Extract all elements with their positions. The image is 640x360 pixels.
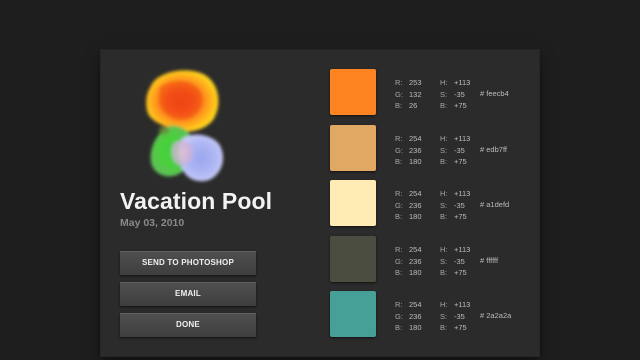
s-label: S: (440, 145, 448, 155)
br-label: B: (440, 212, 448, 221)
h-label: H: (440, 134, 448, 143)
s-value: -35 (454, 256, 465, 266)
br-value: +75 (454, 323, 467, 332)
color-row: R: 254 G: 236 B: 180 H: +113 S: -35 B: +75 # f… (330, 236, 530, 282)
h-label: H: (440, 189, 448, 198)
rgb-values: R: 254 G: 236 B: 180 (395, 299, 422, 334)
r-value: 254 (409, 134, 422, 143)
color-swatch[interactable] (330, 291, 376, 337)
hsb-values: H: +113 S: -35 B: +75 (440, 299, 470, 334)
g-label: G: (395, 311, 403, 321)
r-label: R: (395, 189, 403, 198)
hsb-values: H: +113 S: -35 B: +75 (440, 244, 470, 279)
r-value: 254 (409, 189, 422, 198)
s-value: -35 (454, 145, 465, 155)
b-label: B: (395, 323, 403, 332)
b-value: 180 (409, 157, 422, 166)
g-value: 132 (409, 89, 422, 99)
hsb-values: H: +113 S: -35 B: +75 (440, 77, 470, 112)
color-swatch[interactable] (330, 125, 376, 171)
r-label: R: (395, 134, 403, 143)
hex-value: # a1defd (480, 200, 510, 209)
r-label: R: (395, 78, 403, 87)
g-value: 236 (409, 145, 422, 155)
br-label: B: (440, 268, 448, 277)
theme-date: May 03, 2010 (120, 217, 185, 229)
h-value: +113 (454, 300, 471, 309)
color-theme-panel: Vacation Pool May 03, 2010 SEND TO PHOTO… (101, 50, 539, 356)
theme-artwork (139, 64, 235, 194)
s-label: S: (440, 200, 448, 210)
g-value: 236 (409, 256, 422, 266)
b-label: B: (395, 157, 403, 166)
s-label: S: (440, 89, 448, 99)
r-label: R: (395, 300, 403, 309)
hex-value: # 2a2a2a (480, 311, 512, 320)
s-value: -35 (454, 89, 465, 99)
b-value: 26 (409, 101, 418, 110)
br-value: +75 (454, 157, 467, 166)
b-label: B: (395, 268, 403, 277)
b-value: 180 (409, 323, 422, 332)
color-swatch[interactable] (330, 236, 376, 282)
b-value: 180 (409, 212, 422, 221)
g-value: 236 (409, 200, 422, 210)
g-value: 236 (409, 311, 422, 321)
br-label: B: (440, 101, 448, 110)
hex-value: # edb7ff (480, 145, 507, 154)
email-button[interactable]: EMAIL (120, 282, 256, 306)
br-value: +75 (454, 268, 467, 277)
h-value: +113 (454, 245, 471, 254)
hex-value: # feecb4 (480, 89, 509, 98)
hex-value: # ffffff (480, 256, 499, 265)
br-value: +75 (454, 101, 467, 110)
s-value: -35 (454, 200, 465, 210)
h-value: +113 (454, 78, 471, 87)
color-row: R: 253 G: 132 B: 26 H: +113 S: -35 B: +75 # fe… (330, 69, 530, 115)
send-to-photoshop-button[interactable]: SEND TO PHOTOSHOP (120, 251, 256, 275)
rgb-values: R: 254 G: 236 B: 180 (395, 133, 422, 168)
b-label: B: (395, 101, 403, 110)
rgb-values: R: 254 G: 236 B: 180 (395, 244, 422, 279)
b-value: 180 (409, 268, 422, 277)
color-row: R: 254 G: 236 B: 180 H: +113 S: -35 B: +75 # e… (330, 125, 530, 171)
theme-title: Vacation Pool (120, 188, 273, 214)
r-value: 254 (409, 245, 422, 254)
color-row: R: 254 G: 236 B: 180 H: +113 S: -35 B: +75 # 2… (330, 291, 530, 337)
s-label: S: (440, 256, 448, 266)
h-label: H: (440, 300, 448, 309)
h-label: H: (440, 78, 448, 87)
h-label: H: (440, 245, 448, 254)
g-label: G: (395, 200, 403, 210)
paint-blob-image (146, 70, 224, 182)
r-value: 253 (409, 78, 422, 87)
done-button[interactable]: DONE (120, 313, 256, 337)
h-value: +113 (454, 134, 471, 143)
br-value: +75 (454, 212, 467, 221)
hsb-values: H: +113 S: -35 B: +75 (440, 133, 470, 168)
color-swatch[interactable] (330, 69, 376, 115)
hsb-values: H: +113 S: -35 B: +75 (440, 188, 470, 223)
b-label: B: (395, 212, 403, 221)
g-label: G: (395, 256, 403, 266)
color-row: R: 254 G: 236 B: 180 H: +113 S: -35 B: +75 # a… (330, 180, 530, 226)
h-value: +113 (454, 189, 471, 198)
g-label: G: (395, 145, 403, 155)
color-swatch[interactable] (330, 180, 376, 226)
s-label: S: (440, 311, 448, 321)
r-label: R: (395, 245, 403, 254)
br-label: B: (440, 323, 448, 332)
rgb-values: R: 253 G: 132 B: 26 (395, 77, 422, 112)
rgb-values: R: 254 G: 236 B: 180 (395, 188, 422, 223)
g-label: G: (395, 89, 403, 99)
s-value: -35 (454, 311, 465, 321)
r-value: 254 (409, 300, 422, 309)
br-label: B: (440, 157, 448, 166)
